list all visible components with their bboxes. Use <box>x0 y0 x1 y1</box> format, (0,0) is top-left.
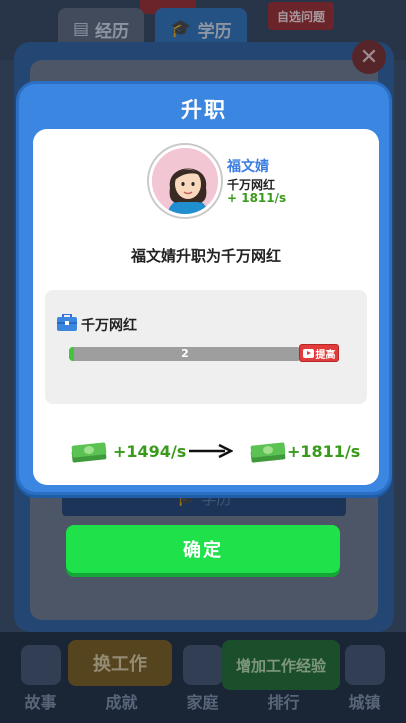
boost-label: 提高 <box>315 349 336 361</box>
boost-button[interactable]: 提高 <box>299 344 339 362</box>
promotion-dialog: 升职 福文婧 千万网红 + 1811/s 福文婧升职为千万网红 千万网红 2 提… <box>16 81 392 495</box>
character-portrait-icon <box>152 148 218 214</box>
briefcase-icon <box>57 314 77 331</box>
job-progress-bar: 2 <box>69 347 301 361</box>
promotion-text: 福文婧升职为千万网红 <box>130 247 281 265</box>
character-name: 福文婧 <box>227 159 269 175</box>
promotion-card: 福文婧 千万网红 + 1811/s 福文婧升职为千万网红 千万网红 2 提高 +… <box>33 129 379 485</box>
right-arrow-icon <box>189 443 233 459</box>
job-name: 千万网红 <box>81 318 137 334</box>
avatar <box>149 145 221 217</box>
job-progress-box: 千万网红 2 提高 <box>45 290 367 404</box>
confirm-button[interactable]: 确定 <box>66 525 340 573</box>
cash-stack-icon <box>71 442 107 463</box>
cash-stack-icon <box>250 442 286 463</box>
dialog-title: 升职 <box>181 98 227 122</box>
video-play-icon <box>302 348 314 358</box>
old-income: +1494/s <box>113 442 187 461</box>
new-income: +1811/s <box>287 442 361 461</box>
job-level: 2 <box>181 347 189 360</box>
character-income: + 1811/s <box>227 191 287 205</box>
